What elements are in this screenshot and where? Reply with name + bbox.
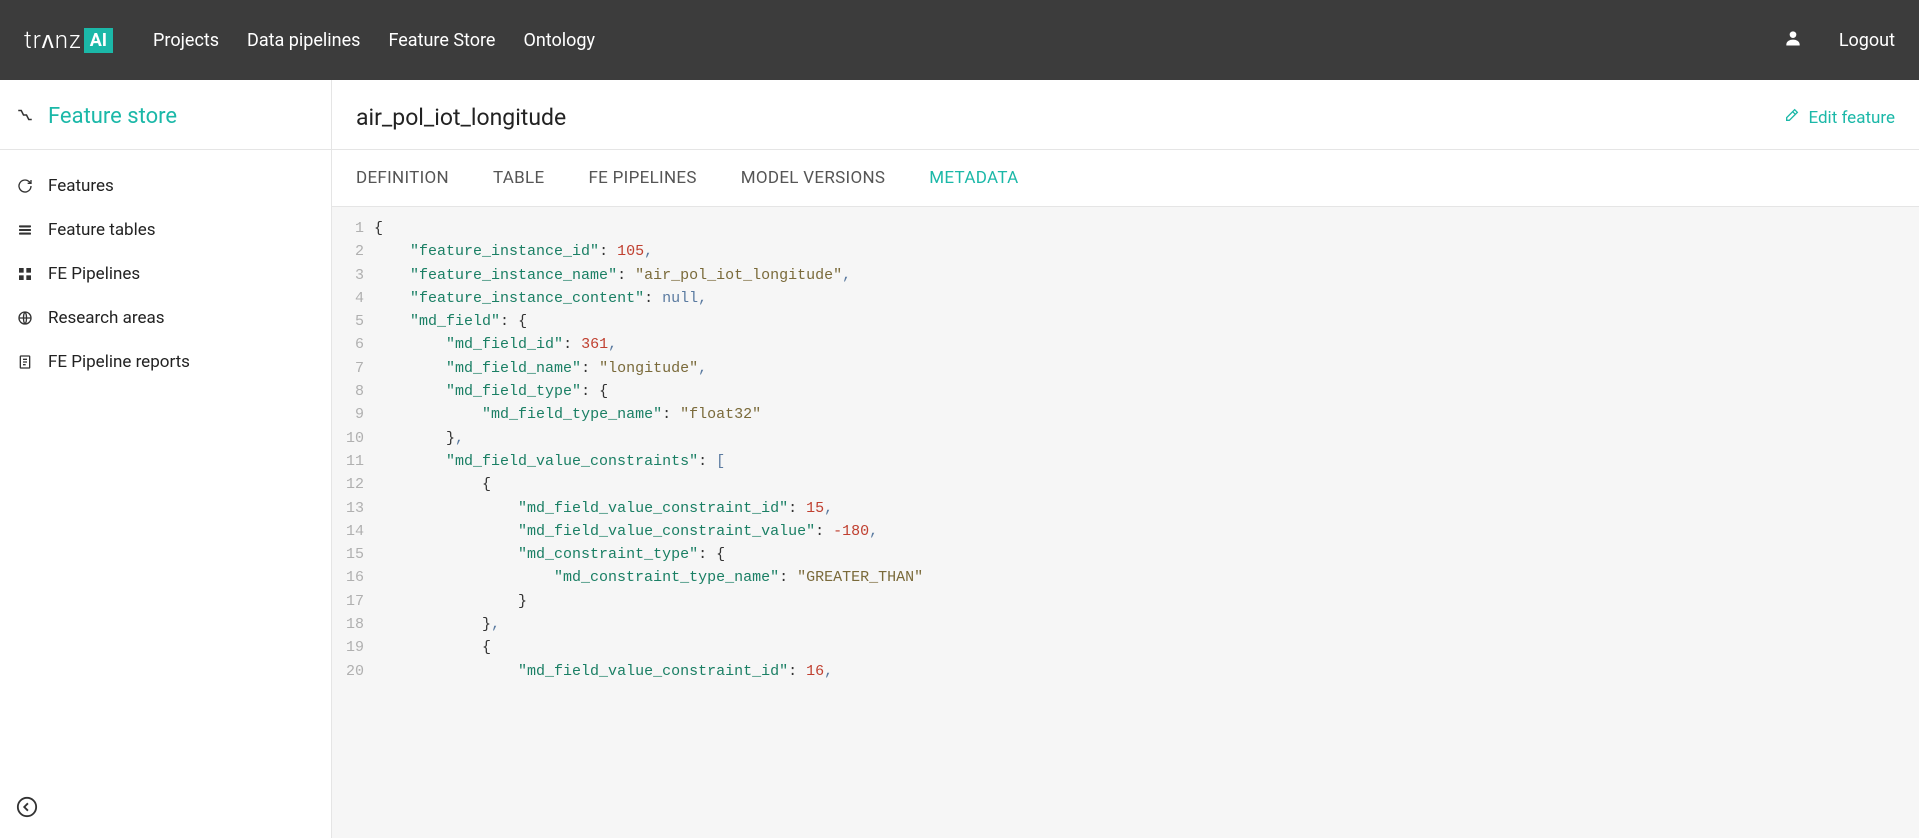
sidebar: Feature store Features Feature tables FE… — [0, 80, 332, 838]
app-header: trᴧnz AI Projects Data pipelines Feature… — [0, 0, 1919, 80]
branch-icon — [16, 106, 34, 128]
tab-definition[interactable]: DEFINITION — [356, 168, 449, 188]
edit-icon — [1784, 107, 1800, 128]
nav-ontology[interactable]: Ontology — [523, 30, 595, 51]
metadata-code-viewer[interactable]: 1234567891011121314151617181920 { "featu… — [332, 207, 1919, 838]
code-body: { "feature_instance_id": 105, "feature_i… — [374, 207, 923, 838]
brand-box: AI — [84, 28, 113, 53]
document-icon — [16, 354, 34, 370]
sidebar-title: Feature store — [48, 104, 177, 129]
header-right: Logout — [1783, 28, 1895, 52]
top-nav: Projects Data pipelines Feature Store On… — [153, 30, 595, 51]
brand-text: trᴧnz — [24, 26, 82, 55]
tab-table[interactable]: TABLE — [493, 168, 545, 188]
logout-link[interactable]: Logout — [1839, 30, 1895, 51]
nav-data-pipelines[interactable]: Data pipelines — [247, 30, 360, 51]
sidebar-item-features[interactable]: Features — [0, 164, 331, 208]
sidebar-item-fe-pipeline-reports[interactable]: FE Pipeline reports — [0, 340, 331, 384]
brand-logo[interactable]: trᴧnz AI — [24, 26, 113, 55]
sidebar-header[interactable]: Feature store — [0, 80, 331, 150]
refresh-icon — [16, 178, 34, 194]
sidebar-item-label: Feature tables — [48, 220, 156, 240]
sidebar-item-label: Features — [48, 176, 114, 196]
nav-feature-store[interactable]: Feature Store — [388, 30, 495, 51]
layers-icon — [16, 222, 34, 238]
edit-feature-link[interactable]: Edit feature — [1784, 107, 1895, 128]
tab-fe-pipelines[interactable]: FE PIPELINES — [588, 168, 696, 188]
sidebar-items: Features Feature tables FE Pipelines Res… — [0, 150, 331, 398]
content-tabs: DEFINITION TABLE FE PIPELINES MODEL VERS… — [332, 150, 1919, 207]
edit-feature-label: Edit feature — [1808, 108, 1895, 128]
tab-model-versions[interactable]: MODEL VERSIONS — [741, 168, 886, 188]
grid-icon — [16, 266, 34, 282]
globe-icon — [16, 310, 34, 326]
nav-projects[interactable]: Projects — [153, 30, 219, 51]
user-icon[interactable] — [1783, 28, 1803, 52]
sidebar-item-label: FE Pipeline reports — [48, 352, 190, 372]
content-area: air_pol_iot_longitude Edit feature DEFIN… — [332, 80, 1919, 838]
content-header: air_pol_iot_longitude Edit feature — [332, 80, 1919, 150]
sidebar-item-label: Research areas — [48, 308, 165, 328]
page-title: air_pol_iot_longitude — [356, 104, 566, 131]
collapse-sidebar-button[interactable] — [16, 796, 38, 822]
sidebar-item-fe-pipelines[interactable]: FE Pipelines — [0, 252, 331, 296]
sidebar-item-research-areas[interactable]: Research areas — [0, 296, 331, 340]
main-layout: Feature store Features Feature tables FE… — [0, 80, 1919, 838]
tab-metadata[interactable]: METADATA — [929, 168, 1018, 188]
code-gutter: 1234567891011121314151617181920 — [332, 207, 374, 838]
sidebar-item-feature-tables[interactable]: Feature tables — [0, 208, 331, 252]
sidebar-item-label: FE Pipelines — [48, 264, 140, 284]
